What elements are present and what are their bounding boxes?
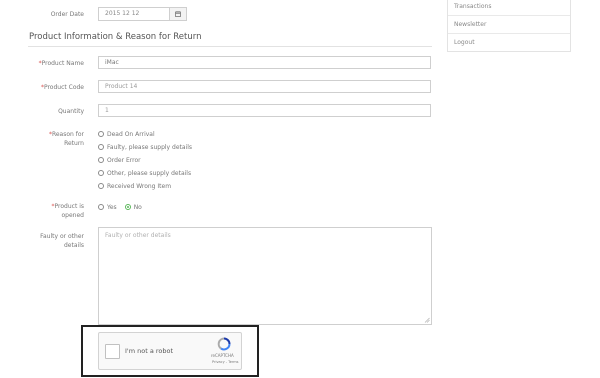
order-date-field[interactable]: 2015 12 12 [98, 7, 187, 21]
opened-yes-radio[interactable] [98, 204, 104, 210]
recaptcha-checkbox[interactable] [105, 344, 120, 359]
account-sidebar: Transactions Newsletter Logout [447, 0, 571, 52]
quantity-input[interactable]: 1 [98, 104, 431, 117]
opened-label: *Product is opened [24, 202, 84, 220]
reason-option-other[interactable]: Other, please supply details [98, 168, 191, 178]
details-placeholder: Faulty or other details [105, 232, 171, 239]
reason-label: *Reason for Return [24, 130, 84, 148]
order-date-label: Order Date [50, 11, 84, 18]
product-name-label-text: Product Name [41, 60, 84, 67]
recaptcha-widget: I'm not a robot reCAPTCHA Privacy - Term… [98, 332, 242, 370]
resize-handle-icon[interactable] [424, 317, 430, 323]
details-textarea[interactable]: Faulty or other details [98, 227, 432, 325]
product-code-input[interactable]: Product 14 [98, 80, 431, 93]
product-code-label-text: Product Code [43, 84, 84, 91]
details-label-line1: Faulty or other [40, 233, 84, 240]
reason-option-order-error[interactable]: Order Error [98, 155, 141, 165]
product-name-input[interactable]: iMac [98, 56, 431, 69]
opened-no-radio[interactable] [124, 204, 131, 210]
product-code-label: *Product Code [24, 83, 84, 92]
radio-button[interactable] [98, 144, 104, 150]
order-date-input[interactable]: 2015 12 12 [99, 8, 169, 20]
opened-label-line2: opened [61, 212, 84, 219]
radio-button[interactable] [98, 157, 104, 163]
radio-button[interactable] [98, 170, 104, 176]
details-label: Faulty or other details [24, 232, 84, 250]
reason-label-line1: Reason for [51, 131, 84, 138]
recaptcha-label: I'm not a robot [125, 347, 174, 355]
product-name-label: *Product Name [24, 59, 84, 68]
quantity-label: Quantity [58, 108, 84, 115]
sidebar-item-transactions[interactable]: Transactions [448, 0, 570, 15]
calendar-button[interactable] [169, 8, 186, 20]
radio-label: Other, please supply details [107, 169, 192, 177]
radio-button[interactable] [98, 183, 104, 189]
radio-label: Order Error [107, 156, 141, 164]
opened-no-label[interactable]: No [134, 204, 142, 211]
sidebar-item-newsletter[interactable]: Newsletter [448, 15, 570, 33]
radio-label: Faulty, please supply details [107, 143, 192, 151]
radio-label: Dead On Arrival [107, 130, 155, 138]
recaptcha-logo-icon [217, 337, 231, 351]
reason-option-dead-on-arrival[interactable]: Dead On Arrival [98, 129, 155, 139]
reason-option-wrong-item[interactable]: Received Wrong Item [98, 181, 171, 191]
opened-label-line1: Product is [54, 203, 84, 210]
recaptcha-links[interactable]: Privacy - Terms [212, 360, 238, 364]
sidebar-item-logout[interactable]: Logout [448, 33, 570, 51]
recaptcha-brand: reCAPTCHA [211, 353, 234, 358]
section-title: Product Information & Reason for Return [29, 32, 202, 42]
opened-yes-label[interactable]: Yes [107, 204, 117, 211]
reason-label-line2: Return [64, 140, 84, 147]
calendar-icon [175, 11, 181, 17]
section-divider [28, 46, 432, 47]
radio-button[interactable] [98, 131, 104, 137]
opened-options: Yes No [98, 202, 142, 212]
radio-label: Received Wrong Item [107, 182, 172, 190]
details-label-line2: details [64, 242, 84, 249]
reason-option-faulty[interactable]: Faulty, please supply details [98, 142, 192, 152]
